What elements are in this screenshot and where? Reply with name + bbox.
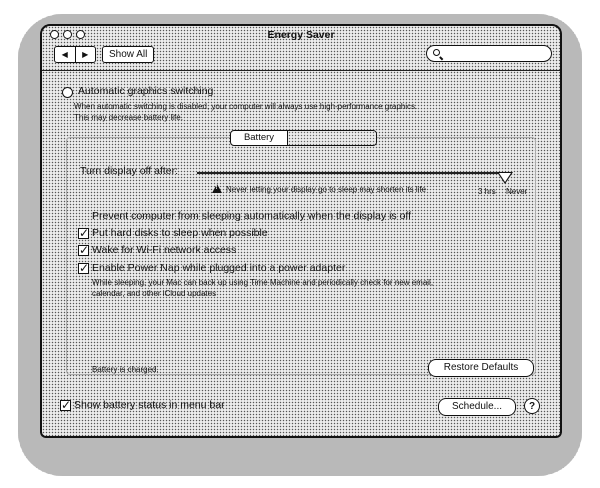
slider-knob-fill	[499, 173, 511, 182]
tab-power-adapter[interactable]	[288, 131, 376, 145]
hard-disk-sleep-label: Put hard disks to sleep when possible	[92, 227, 268, 239]
search-icon	[433, 49, 440, 56]
wake-wifi-checkbox[interactable]: ✓	[78, 244, 89, 256]
warning-icon	[212, 184, 222, 193]
help-button[interactable]: ?	[524, 398, 540, 414]
nav-buttons: ◀ ▶	[54, 46, 96, 63]
tab-bar: Battery	[230, 130, 377, 146]
power-nap-label: Enable Power Nap while plugged into a po…	[92, 262, 346, 274]
graphics-switching-label: Automatic graphics switching	[78, 85, 214, 97]
restore-defaults-button[interactable]: Restore Defaults	[428, 359, 534, 377]
graphics-note-2: This may decrease battery life.	[74, 113, 183, 122]
search-input[interactable]	[426, 45, 552, 62]
schedule-button[interactable]: Schedule...	[438, 398, 516, 416]
wake-wifi-label: Wake for Wi-Fi network access	[92, 244, 237, 256]
graphics-note-1: When automatic switching is disabled, yo…	[74, 102, 418, 111]
tab-battery[interactable]: Battery	[231, 131, 288, 145]
power-nap-note-1: While sleeping, your Mac can back up usi…	[92, 278, 434, 287]
show-battery-status-label: Show battery status in menu bar	[74, 399, 225, 411]
back-button[interactable]: ◀	[55, 47, 76, 62]
energy-saver-window: Energy Saver ◀ ▶ Show All Automatic grap…	[40, 24, 562, 438]
window-title: Energy Saver	[267, 29, 335, 41]
tick-3hrs: 3 hrs	[478, 187, 496, 196]
show-battery-status-checkbox[interactable]: ✓	[60, 399, 71, 411]
tick-never: Never	[506, 187, 528, 196]
display-warning-text: Never letting your display go to sleep m…	[226, 185, 427, 194]
prevent-sleep-checkbox[interactable]	[78, 211, 89, 222]
power-nap-note-2: calendar, and other iCloud updates	[92, 289, 217, 298]
graphics-switching-checkbox[interactable]	[62, 87, 73, 98]
prevent-sleep-label: Prevent computer from sleeping automatic…	[92, 210, 412, 222]
hard-disk-sleep-checkbox[interactable]: ✓	[78, 227, 89, 239]
battery-status-text: Battery is charged.	[92, 365, 159, 374]
forward-button[interactable]: ▶	[76, 47, 96, 62]
display-off-label: Turn display off after:	[80, 165, 179, 177]
show-all-button[interactable]: Show All	[102, 46, 155, 63]
display-sleep-slider[interactable]	[197, 172, 507, 174]
power-nap-checkbox[interactable]: ✓	[78, 262, 89, 274]
title-bar: Energy Saver ◀ ▶ Show All	[42, 26, 560, 71]
